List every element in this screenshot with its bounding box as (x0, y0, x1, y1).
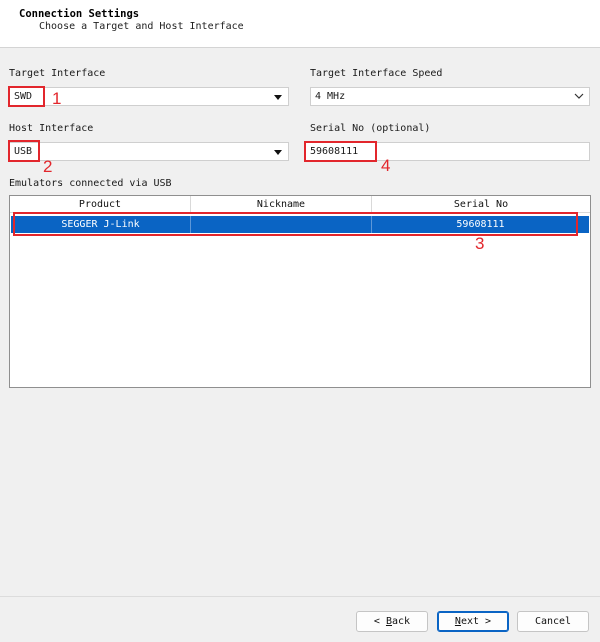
cell-nickname[interactable] (191, 216, 372, 233)
annotation-marker-3: 3 (475, 234, 485, 253)
next-button[interactable]: Next > (437, 611, 509, 632)
host-interface-value: USB (14, 146, 33, 157)
annotation-marker-1: 1 (52, 89, 62, 108)
next-button-suffix: > (479, 616, 492, 627)
host-interface-label: Host Interface (9, 123, 94, 134)
target-interface-value: SWD (14, 91, 33, 102)
column-header-serial-no[interactable]: Serial No (372, 196, 590, 213)
table-row[interactable]: SEGGER J-Link 59608111 (11, 216, 589, 233)
target-interface-label: Target Interface (9, 68, 106, 79)
serial-no-value: 59608111 (310, 146, 359, 157)
dropdown-arrow-icon[interactable] (274, 150, 282, 155)
serial-no-input[interactable]: 59608111 (305, 142, 590, 161)
dropdown-arrow-icon[interactable] (274, 95, 282, 100)
cancel-button[interactable]: Cancel (517, 611, 589, 632)
footer-divider (0, 596, 600, 597)
page-subtitle: Choose a Target and Host Interface (39, 21, 244, 32)
chevron-down-icon[interactable] (573, 90, 585, 102)
next-button-rest: ext (460, 616, 480, 627)
back-button-rest: ack (392, 616, 411, 627)
emulators-label: Emulators connected via USB (9, 178, 172, 189)
annotation-marker-4: 4 (381, 156, 391, 175)
serial-no-label: Serial No (optional) (310, 123, 431, 134)
column-header-product[interactable]: Product (10, 196, 191, 213)
back-button[interactable]: < Back (356, 611, 428, 632)
target-interface-speed-value: 4 MHz (315, 91, 346, 102)
cell-product[interactable]: SEGGER J-Link (11, 216, 191, 233)
page-title: Connection Settings (19, 8, 140, 20)
wizard-header: Connection Settings Choose a Target and … (0, 0, 600, 48)
target-interface-speed-label: Target Interface Speed (310, 68, 443, 79)
target-interface-select[interactable]: SWD (9, 87, 289, 106)
cell-serial-no[interactable]: 59608111 (372, 216, 589, 233)
back-button-prefix: < (373, 616, 386, 627)
emulators-list[interactable]: Product Nickname Serial No SEGGER J-Link… (9, 195, 591, 388)
target-interface-speed-select[interactable]: 4 MHz (310, 87, 590, 106)
annotation-marker-2: 2 (43, 157, 53, 176)
column-header-nickname[interactable]: Nickname (191, 196, 372, 213)
